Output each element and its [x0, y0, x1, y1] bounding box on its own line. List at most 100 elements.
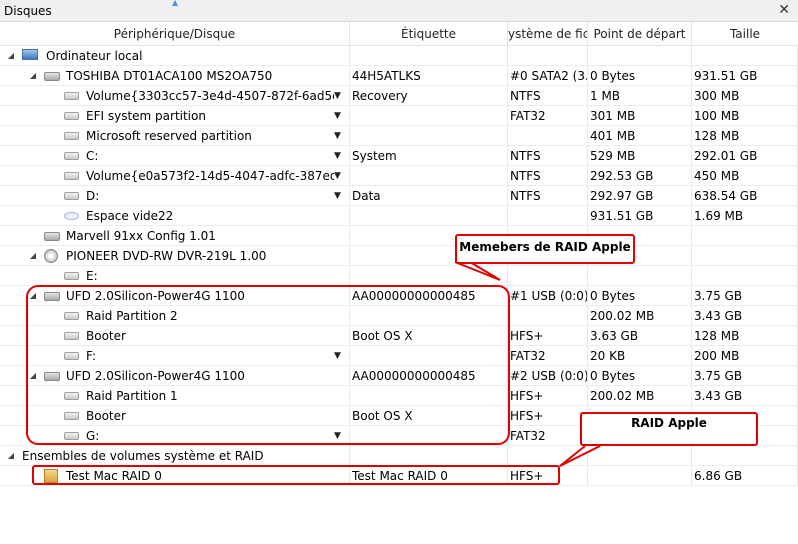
start-cell: 529 MB	[588, 146, 692, 166]
filesystem-cell	[508, 206, 588, 226]
tree-row[interactable]: EFI system partition ▼ FAT32 301 MB 100 MB	[0, 106, 798, 126]
tree-row[interactable]: Marvell 91xx Config 1.01	[0, 226, 798, 246]
device-cell[interactable]: E:	[0, 266, 350, 286]
filesystem-cell: #1 USB (0:0)	[508, 286, 588, 306]
dropdown-arrow-icon[interactable]: ▼	[334, 86, 341, 105]
raid-volume-highlight	[32, 465, 560, 485]
tree-row[interactable]: ◢ PIONEER DVD-RW DVR-219L 1.00	[0, 246, 798, 266]
size-cell: 128 MB	[692, 326, 798, 346]
device-cell[interactable]: ◢ Ensembles de volumes système et RAID	[0, 446, 350, 466]
volume-label-cell	[350, 166, 508, 186]
start-cell	[588, 446, 692, 466]
start-cell	[588, 266, 692, 286]
column-start[interactable]: Point de départ	[588, 22, 692, 46]
tree-row[interactable]: ◢ Ordinateur local	[0, 46, 798, 66]
window-title: Disques	[4, 4, 52, 18]
size-cell: 3.75 GB	[692, 366, 798, 386]
column-label[interactable]: Étiquette	[350, 22, 508, 46]
filesystem-cell: FAT32	[508, 426, 588, 446]
start-cell	[588, 46, 692, 66]
filesystem-cell: #0 SATA2 (3...	[508, 66, 588, 86]
size-cell	[692, 226, 798, 246]
window-titlebar: Disques ✕	[0, 0, 798, 22]
column-filesystem[interactable]: ystème de fichi	[508, 22, 588, 46]
volume-label-cell: Data	[350, 186, 508, 206]
volume-label-cell	[350, 46, 508, 66]
column-device[interactable]: Périphérique/Disque	[0, 22, 350, 46]
hard-disk-icon	[44, 232, 60, 241]
filesystem-cell: #2 USB (0:0)	[508, 366, 588, 386]
filesystem-cell: FAT32	[508, 346, 588, 366]
device-cell[interactable]: ◢ PIONEER DVD-RW DVR-219L 1.00	[0, 246, 350, 266]
tree-row[interactable]: E:	[0, 266, 798, 286]
size-cell: 638.54 GB	[692, 186, 798, 206]
dropdown-arrow-icon[interactable]: ▼	[334, 146, 341, 165]
dropdown-arrow-icon[interactable]: ▼	[334, 126, 341, 145]
tree-row[interactable]: Microsoft reserved partition ▼ 401 MB 128 M…	[0, 126, 798, 146]
filesystem-cell: FAT32	[508, 106, 588, 126]
device-cell[interactable]: EFI system partition ▼	[0, 106, 350, 126]
raid-members-highlight	[26, 285, 510, 445]
raid-callout: RAID Apple	[580, 412, 758, 446]
filesystem-cell	[508, 266, 588, 286]
expander-icon[interactable]: ◢	[28, 66, 38, 85]
size-cell: 1.69 MB	[692, 206, 798, 226]
device-cell[interactable]: Volume{e0a573f2-14d5-4047-adfc-387ed0223…	[0, 166, 350, 186]
column-size[interactable]: Taille	[692, 22, 798, 46]
partition-icon	[64, 112, 79, 120]
size-cell: 450 MB	[692, 166, 798, 186]
partition-icon	[64, 172, 79, 180]
filesystem-cell	[508, 446, 588, 466]
device-name: Espace vide22	[86, 209, 174, 223]
column-header: Périphérique/Disque Étiquette ystème de …	[0, 22, 798, 46]
device-name: EFI system partition	[86, 109, 206, 123]
device-cell[interactable]: D: ▼	[0, 186, 350, 206]
dropdown-arrow-icon[interactable]: ▼	[334, 186, 341, 205]
filesystem-cell	[508, 46, 588, 66]
tree-row[interactable]: ◢ TOSHIBA DT01ACA100 MS2OA750 44H5ATLKS #0 …	[0, 66, 798, 86]
device-name: Ordinateur local	[46, 49, 143, 63]
device-cell[interactable]: Marvell 91xx Config 1.01	[0, 226, 350, 246]
start-cell: 301 MB	[588, 106, 692, 126]
dropdown-arrow-icon[interactable]: ▼	[334, 166, 341, 185]
free-space-icon	[64, 212, 79, 220]
filesystem-cell	[508, 306, 588, 326]
partition-icon	[64, 132, 79, 140]
close-icon[interactable]: ✕	[778, 2, 790, 18]
tree-row[interactable]: Volume{3303cc57-3e4d-4507-872f-6ad5ef682…	[0, 86, 798, 106]
volume-label-cell: Recovery	[350, 86, 508, 106]
dvd-drive-icon	[44, 249, 58, 263]
device-name: Marvell 91xx Config 1.01	[66, 229, 216, 243]
device-name: Volume{e0a573f2-14d5-4047-adfc-387ed0223…	[86, 169, 334, 183]
device-cell[interactable]: C: ▼	[0, 146, 350, 166]
hard-disk-icon	[44, 72, 60, 81]
start-cell	[588, 466, 692, 486]
tree-row[interactable]: Espace vide22 931.51 GB 1.69 MB	[0, 206, 798, 226]
device-name: E:	[86, 269, 98, 283]
start-cell: 931.51 GB	[588, 206, 692, 226]
computer-icon	[22, 49, 38, 60]
device-name: C:	[86, 149, 99, 163]
size-cell: 3.43 GB	[692, 306, 798, 326]
device-cell[interactable]: ◢ TOSHIBA DT01ACA100 MS2OA750	[0, 66, 350, 86]
size-cell: 931.51 GB	[692, 66, 798, 86]
tree-row[interactable]: C: ▼ System NTFS 529 MB 292.01 GB	[0, 146, 798, 166]
start-cell: 292.97 GB	[588, 186, 692, 206]
tree-row[interactable]: Volume{e0a573f2-14d5-4047-adfc-387ed0223…	[0, 166, 798, 186]
device-cell[interactable]: Microsoft reserved partition ▼	[0, 126, 350, 146]
members-callout: Memebers de RAID Apple	[455, 234, 635, 264]
expander-icon[interactable]: ◢	[6, 446, 16, 465]
expander-icon[interactable]: ◢	[28, 246, 38, 265]
device-cell[interactable]: Espace vide22	[0, 206, 350, 226]
dropdown-arrow-icon[interactable]: ▼	[334, 106, 341, 125]
device-cell[interactable]: Volume{3303cc57-3e4d-4507-872f-6ad5ef682…	[0, 86, 350, 106]
tree-row[interactable]: ◢ Ensembles de volumes système et RAID	[0, 446, 798, 466]
size-cell: 292.01 GB	[692, 146, 798, 166]
device-cell[interactable]: ◢ Ordinateur local	[0, 46, 350, 66]
filesystem-cell: NTFS	[508, 186, 588, 206]
size-cell	[692, 446, 798, 466]
size-cell: 3.75 GB	[692, 286, 798, 306]
device-name: Ensembles de volumes système et RAID	[22, 449, 264, 463]
tree-row[interactable]: D: ▼ Data NTFS 292.97 GB 638.54 GB	[0, 186, 798, 206]
expander-icon[interactable]: ◢	[6, 46, 16, 65]
